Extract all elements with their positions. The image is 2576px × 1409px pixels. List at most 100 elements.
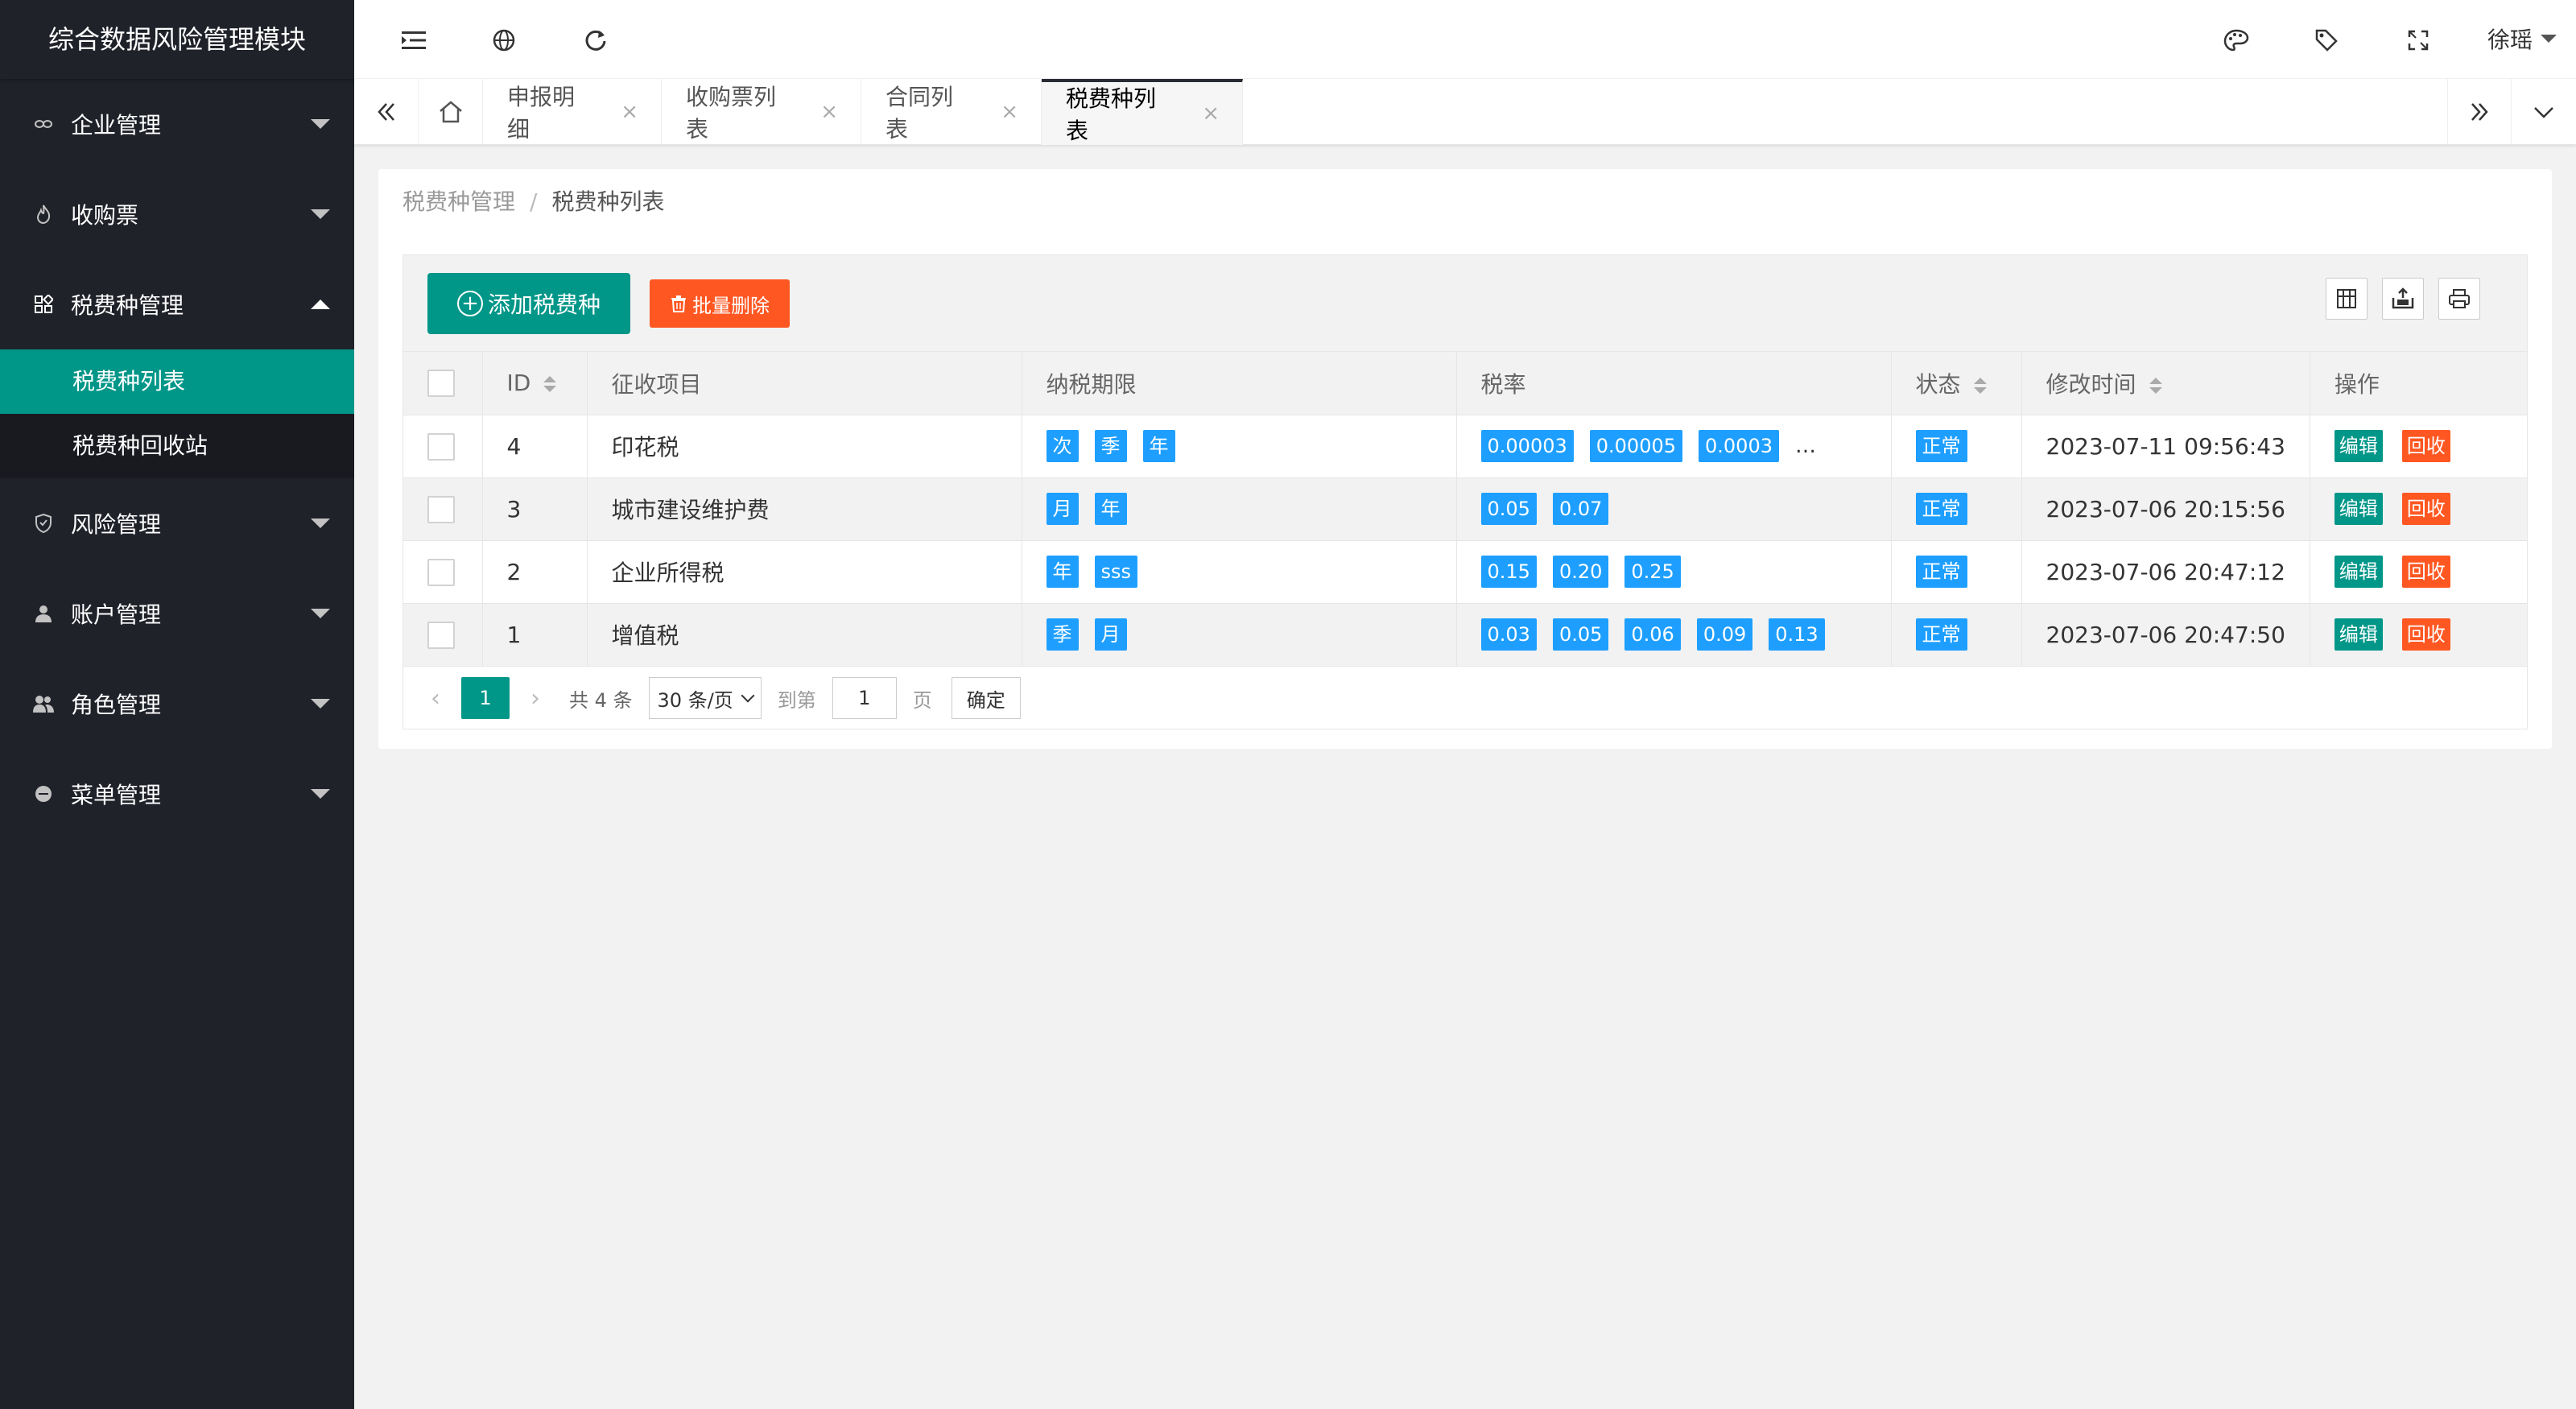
batch-delete-button[interactable]: 批量删除 xyxy=(650,279,790,328)
users-icon xyxy=(32,692,55,715)
chevron-down-icon xyxy=(741,688,755,703)
tabs-scroll-left-button[interactable] xyxy=(354,79,419,145)
cell-periods: 季月 xyxy=(1022,603,1457,667)
edit-button[interactable]: 编辑 xyxy=(2334,556,2383,588)
breadcrumb-separator: / xyxy=(530,188,538,215)
sidebar-subitem-tax-recycle-bin[interactable]: 税费种回收站 xyxy=(0,414,354,478)
fullscreen-icon[interactable] xyxy=(2402,24,2434,56)
globe-icon[interactable] xyxy=(488,24,520,56)
close-icon[interactable]: × xyxy=(1001,100,1018,124)
rate-badge: 0.09 xyxy=(1696,618,1753,651)
row-checkbox-cell[interactable] xyxy=(403,603,483,667)
add-tax-button[interactable]: + 添加税费种 xyxy=(427,273,630,334)
sort-icon[interactable] xyxy=(2149,377,2162,394)
sidebar-item-tax-management[interactable]: 税费种管理 xyxy=(0,259,354,349)
rate-badge: 0.07 xyxy=(1552,493,1609,525)
cell-periods: 次季年 xyxy=(1022,415,1457,478)
home-icon xyxy=(439,101,462,123)
sidebar-subitem-tax-list[interactable]: 税费种列表 xyxy=(0,349,354,414)
status-badge: 正常 xyxy=(1915,618,1967,651)
breadcrumb-parent[interactable]: 税费种管理 xyxy=(402,188,515,215)
edit-button[interactable]: 编辑 xyxy=(2334,493,2383,525)
rate-badge: 0.0003 xyxy=(1699,430,1779,462)
tax-table: ID 征收项目 纳税期限 税率 状态 修改时间 操作 4 印花税次季年 0.0000… xyxy=(403,352,2527,667)
edit-button[interactable]: 编辑 xyxy=(2334,430,2383,462)
confirm-page-button[interactable]: 确定 xyxy=(951,677,1021,719)
recycle-button[interactable]: 回收 xyxy=(2401,618,2450,651)
export-button[interactable] xyxy=(2382,278,2424,320)
sidebar-item-label: 账户管理 xyxy=(71,601,162,628)
fold-menu-icon[interactable] xyxy=(398,24,430,56)
cell-modified: 2023-07-06 20:47:50 xyxy=(2021,603,2310,667)
breadcrumb-current: 税费种列表 xyxy=(551,188,665,215)
row-checkbox[interactable] xyxy=(427,432,455,461)
tab-purchase-ticket-list[interactable]: 收购票列表 × xyxy=(662,79,861,145)
prev-page-icon[interactable]: ‹ xyxy=(431,684,440,713)
edit-button[interactable]: 编辑 xyxy=(2334,618,2383,651)
row-checkbox[interactable] xyxy=(427,495,455,523)
cell-item: 企业所得税 xyxy=(587,540,1022,604)
columns-icon xyxy=(2337,289,2356,308)
trash-icon xyxy=(671,295,686,312)
shield-icon xyxy=(32,512,55,535)
column-header-status[interactable]: 状态 xyxy=(1891,352,2022,415)
row-checkbox-cell[interactable] xyxy=(403,477,483,541)
print-button[interactable] xyxy=(2438,278,2480,320)
recycle-button[interactable]: 回收 xyxy=(2401,430,2450,462)
row-checkbox[interactable] xyxy=(427,621,455,649)
sidebar-item-purchase-ticket[interactable]: 收购票 xyxy=(0,169,354,259)
period-badge: sss xyxy=(1094,556,1138,588)
cell-rates: 0.00003 0.00005 0.0003… xyxy=(1456,415,1892,478)
status-badge: 正常 xyxy=(1915,493,1967,525)
tab-declaration-detail[interactable]: 申报明细 × xyxy=(483,79,662,145)
close-icon[interactable]: × xyxy=(820,100,838,124)
sidebar-item-account[interactable]: 账户管理 xyxy=(0,568,354,659)
sidebar-item-menu[interactable]: 菜单管理 xyxy=(0,749,354,839)
recycle-button[interactable]: 回收 xyxy=(2401,493,2450,525)
column-label: 修改时间 xyxy=(2046,370,2136,398)
current-page[interactable]: 1 xyxy=(461,677,510,719)
tabs-dropdown-button[interactable] xyxy=(2512,79,2576,145)
tab-home[interactable] xyxy=(419,79,483,145)
select-all-checkbox[interactable] xyxy=(427,370,455,398)
close-icon[interactable]: × xyxy=(621,100,638,124)
caret-down-icon xyxy=(311,609,330,618)
row-checkbox-cell[interactable] xyxy=(403,540,483,604)
tabs-scroll-right-button[interactable] xyxy=(2447,79,2512,145)
sidebar-item-company[interactable]: 企业管理 xyxy=(0,79,354,169)
data-table-container: + 添加税费种 批量删除 ID 征收项目 纳税期限 税率 状态 修改时间 操作 … xyxy=(402,254,2528,729)
column-header-modified[interactable]: 修改时间 xyxy=(2021,352,2310,415)
tab-contract-list[interactable]: 合同列表 × xyxy=(861,79,1042,145)
recycle-button[interactable]: 回收 xyxy=(2401,556,2450,588)
period-badge: 月 xyxy=(1094,618,1127,651)
rate-badge: 0.05 xyxy=(1480,493,1537,525)
column-header-id[interactable]: ID xyxy=(482,352,588,415)
sort-icon[interactable] xyxy=(1973,377,1987,394)
page-size-select[interactable]: 30 条/页 xyxy=(648,677,762,719)
row-checkbox-cell[interactable] xyxy=(403,415,483,478)
close-icon[interactable]: × xyxy=(1202,101,1220,126)
table-toolbar: + 添加税费种 批量删除 xyxy=(403,255,2527,352)
column-filter-button[interactable] xyxy=(2326,278,2368,320)
column-header-actions: 操作 xyxy=(2310,352,2527,415)
column-label: ID xyxy=(506,370,531,397)
theme-palette-icon[interactable] xyxy=(2220,24,2252,56)
next-page-icon[interactable]: › xyxy=(530,684,540,713)
sidebar-item-role[interactable]: 角色管理 xyxy=(0,659,354,749)
user-menu[interactable]: 徐瑶 xyxy=(2487,23,2557,55)
page-size-value: 30 条/页 xyxy=(657,688,733,712)
cell-id: 2 xyxy=(482,540,588,604)
refresh-icon[interactable] xyxy=(580,24,612,56)
sidebar-item-label: 风险管理 xyxy=(71,511,162,538)
sort-icon[interactable] xyxy=(543,376,557,393)
tag-icon[interactable] xyxy=(2310,24,2343,56)
sidebar-item-risk[interactable]: 风险管理 xyxy=(0,478,354,568)
header-checkbox-cell[interactable] xyxy=(403,352,483,415)
row-checkbox[interactable] xyxy=(427,558,455,586)
caret-down-icon xyxy=(311,209,330,219)
batch-delete-label: 批量删除 xyxy=(692,294,770,317)
caret-up-icon xyxy=(311,300,330,309)
tab-tax-list[interactable]: 税费种列表 × xyxy=(1042,79,1243,145)
add-tax-label: 添加税费种 xyxy=(487,291,601,318)
page-number-input[interactable]: 1 xyxy=(832,677,897,719)
